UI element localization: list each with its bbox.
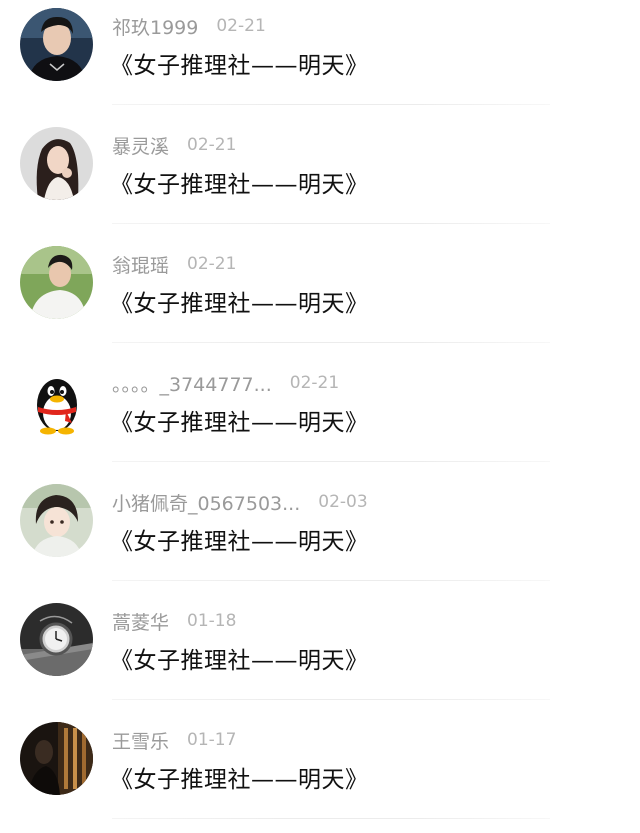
comment-date: 02-21 (187, 135, 237, 155)
avatar-dark-portrait-photo-icon (20, 722, 93, 795)
comment-meta: 王雪乐 01-17 (112, 726, 632, 754)
comment-text: 《女子推理社——明天》 (110, 410, 369, 436)
comment-text: 《女子推理社——明天》 (110, 648, 369, 674)
username[interactable]: 祁玖1999 (112, 13, 198, 40)
username[interactable]: 蒿菱华 (112, 608, 169, 635)
avatar[interactable] (20, 603, 93, 676)
comment-item: 小猪佩奇_0567503... 02-03 《女子推理社——明天》 (0, 476, 640, 595)
avatar[interactable] (20, 722, 93, 795)
username[interactable]: 王雪乐 (112, 727, 169, 754)
avatar-young-man-photo-icon (20, 8, 93, 81)
username[interactable]: 翁琨瑶 (112, 251, 169, 278)
divider (112, 342, 550, 343)
avatar-man-white-shirt-photo-icon (20, 246, 93, 319)
comment-date: 01-17 (187, 730, 237, 750)
comment-item: 翁琨瑶 02-21 《女子推理社——明天》 (0, 238, 640, 357)
avatar[interactable] (20, 8, 93, 81)
username[interactable]: 暴灵溪 (112, 132, 169, 159)
avatar-pocket-watch-photo-icon (20, 603, 93, 676)
comment-date: 02-21 (187, 254, 237, 274)
divider (112, 104, 550, 105)
comment-text: 《女子推理社——明天》 (110, 53, 369, 79)
comment-date: 02-21 (289, 373, 340, 393)
divider (112, 818, 550, 819)
comment-date: 01-18 (187, 611, 237, 631)
avatar[interactable] (20, 484, 93, 557)
username[interactable]: 。。。。_3744777... (112, 370, 272, 397)
comment-item: 祁玖1999 02-21 《女子推理社——明天》 (0, 0, 640, 119)
divider (112, 580, 550, 581)
comment-date: 02-03 (318, 492, 368, 512)
avatar[interactable] (20, 365, 93, 438)
comment-meta: 暴灵溪 02-21 (112, 131, 632, 159)
divider (112, 461, 550, 462)
comment-list: 祁玖1999 02-21 《女子推理社——明天》 暴灵溪 02-21 《女子推理… (0, 0, 640, 823)
username[interactable]: 小猪佩奇_0567503... (112, 489, 300, 516)
comment-text: 《女子推理社——明天》 (110, 172, 369, 198)
avatar[interactable] (20, 246, 93, 319)
avatar[interactable] (20, 127, 93, 200)
divider (112, 699, 550, 700)
comment-item: 。。。。_3744777... 02-21 《女子推理社——明天》 (0, 357, 640, 476)
comment-text: 《女子推理社——明天》 (110, 291, 369, 317)
comment-date: 02-21 (216, 16, 266, 36)
comment-text: 《女子推理社——明天》 (110, 529, 369, 555)
divider (112, 223, 550, 224)
comment-meta: 翁琨瑶 02-21 (112, 250, 632, 278)
comment-item: 王雪乐 01-17 《女子推理社——明天》 (0, 714, 640, 833)
comment-meta: 小猪佩奇_0567503... 02-03 (112, 488, 632, 516)
comment-item: 蒿菱华 01-18 《女子推理社——明天》 (0, 595, 640, 714)
comment-item: 暴灵溪 02-21 《女子推理社——明天》 (0, 119, 640, 238)
avatar-young-woman-photo-icon (20, 127, 93, 200)
comment-text: 《女子推理社——明天》 (110, 767, 369, 793)
qq-penguin-icon (20, 365, 93, 438)
avatar-anime-character-icon (20, 484, 93, 557)
comment-meta: 。。。。_3744777... 02-21 (112, 369, 632, 397)
comment-meta: 蒿菱华 01-18 (112, 607, 632, 635)
comment-meta: 祁玖1999 02-21 (112, 12, 632, 40)
